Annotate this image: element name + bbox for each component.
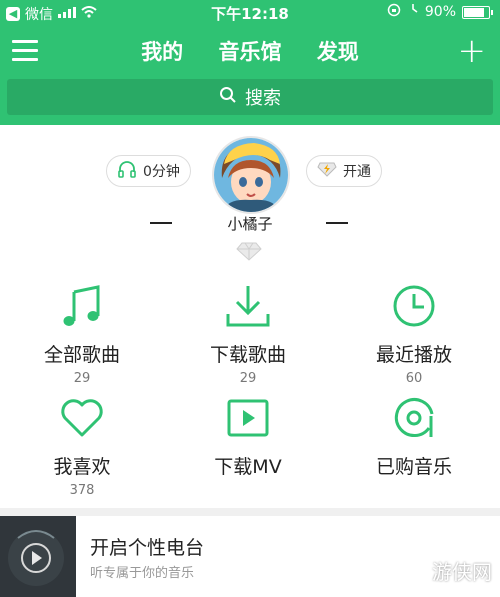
plus-icon[interactable]: + <box>458 34 487 68</box>
section-divider <box>0 508 500 516</box>
status-bar: ◀ 微信 下午12:18 90% <box>0 0 500 24</box>
search-label: 搜索 <box>245 88 281 109</box>
grid-count: 29 <box>73 371 91 386</box>
grid-count: 378 <box>69 483 95 498</box>
battery-percent: 90% <box>424 4 456 20</box>
avatar[interactable] <box>212 136 290 214</box>
grid-recent-played[interactable]: 最近播放 60 <box>334 280 494 386</box>
radio-title[interactable]: 开启个性电台 <box>90 533 204 560</box>
grid-label: 最近播放 <box>375 344 452 366</box>
purchased-disc-icon <box>334 392 494 444</box>
open-vip-label: 开通 <box>343 164 371 180</box>
orientation-lock-icon <box>387 3 401 21</box>
grid-label: 我喜欢 <box>53 456 111 478</box>
radio-subtitle: 听专属于你的音乐 <box>90 566 195 581</box>
battery-level-fill <box>464 7 484 17</box>
battery-icon <box>462 5 493 19</box>
clock-icon <box>334 280 494 332</box>
video-play-icon <box>168 392 328 444</box>
tab-discover[interactable]: 发现 <box>317 40 359 64</box>
grid-downloaded-songs[interactable]: 下载歌曲 29 <box>168 280 328 386</box>
listen-time-button[interactable]: 0分钟 <box>106 155 191 187</box>
headphones-icon <box>117 160 137 182</box>
tab-mine[interactable]: 我的 <box>141 40 183 64</box>
listen-time-label: 0分钟 <box>143 164 180 180</box>
music-note-icon <box>2 280 162 332</box>
heart-icon <box>2 392 162 444</box>
alarm-icon <box>407 3 419 21</box>
status-right: 90% <box>387 3 493 21</box>
username: 小橘子 <box>227 215 273 233</box>
nav-tabs: 我的 音乐馆 发现 <box>0 36 500 66</box>
grid-all-songs[interactable]: 全部歌曲 29 <box>2 280 162 386</box>
search-bar[interactable]: 搜索 <box>7 79 493 115</box>
watermark: 游侠网 <box>432 560 492 584</box>
grid-downloaded-mv[interactable]: 下载MV <box>168 392 328 483</box>
grid-count: 29 <box>239 371 257 386</box>
open-vip-button[interactable]: 开通 <box>306 155 382 187</box>
grid-count: 60 <box>405 371 423 386</box>
grid-label: 下载MV <box>214 456 282 478</box>
grid-label: 下载歌曲 <box>209 344 286 366</box>
bolt-icon <box>317 161 337 181</box>
download-icon <box>168 280 328 332</box>
grid-label: 已购音乐 <box>375 456 452 478</box>
tab-music-hall[interactable]: 音乐馆 <box>219 40 282 64</box>
search-icon <box>219 86 237 109</box>
grid-favorites[interactable]: 我喜欢 378 <box>2 392 162 498</box>
grid-purchased-music[interactable]: 已购音乐 <box>334 392 494 483</box>
grid-label: 全部歌曲 <box>43 344 120 366</box>
diamond-level-icon <box>236 241 262 265</box>
top-nav: 我的 音乐馆 发现 + <box>0 28 500 74</box>
radio-thumbnail[interactable] <box>0 516 76 597</box>
